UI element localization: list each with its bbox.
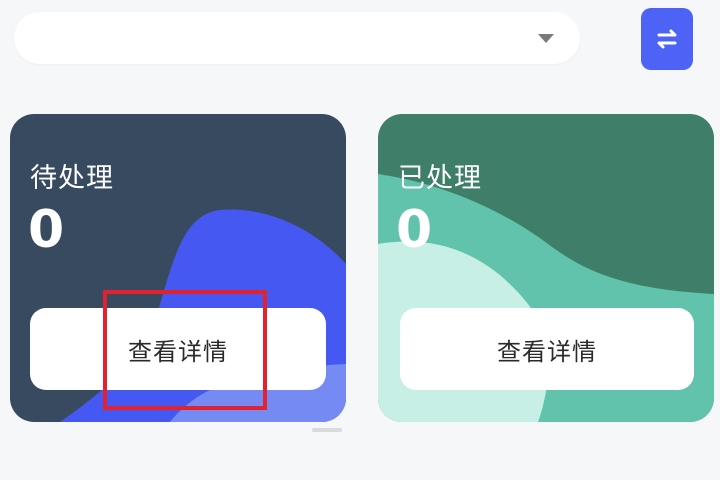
page: 待处理 0 查看详情 已处理 0 查看详情 xyxy=(0,0,720,480)
done-card: 已处理 0 查看详情 xyxy=(378,114,714,422)
filter-select[interactable] xyxy=(14,12,580,64)
scroll-indicator xyxy=(312,428,342,432)
pending-title: 待处理 xyxy=(30,163,114,194)
swap-button[interactable] xyxy=(641,8,693,70)
chevron-down-icon xyxy=(538,34,554,43)
swap-arrows-icon xyxy=(657,29,677,49)
done-count: 0 xyxy=(396,200,433,260)
done-view-details-button[interactable]: 查看详情 xyxy=(400,308,694,390)
pending-count: 0 xyxy=(28,200,65,260)
highlight-annotation xyxy=(103,290,267,410)
done-title: 已处理 xyxy=(398,163,482,194)
